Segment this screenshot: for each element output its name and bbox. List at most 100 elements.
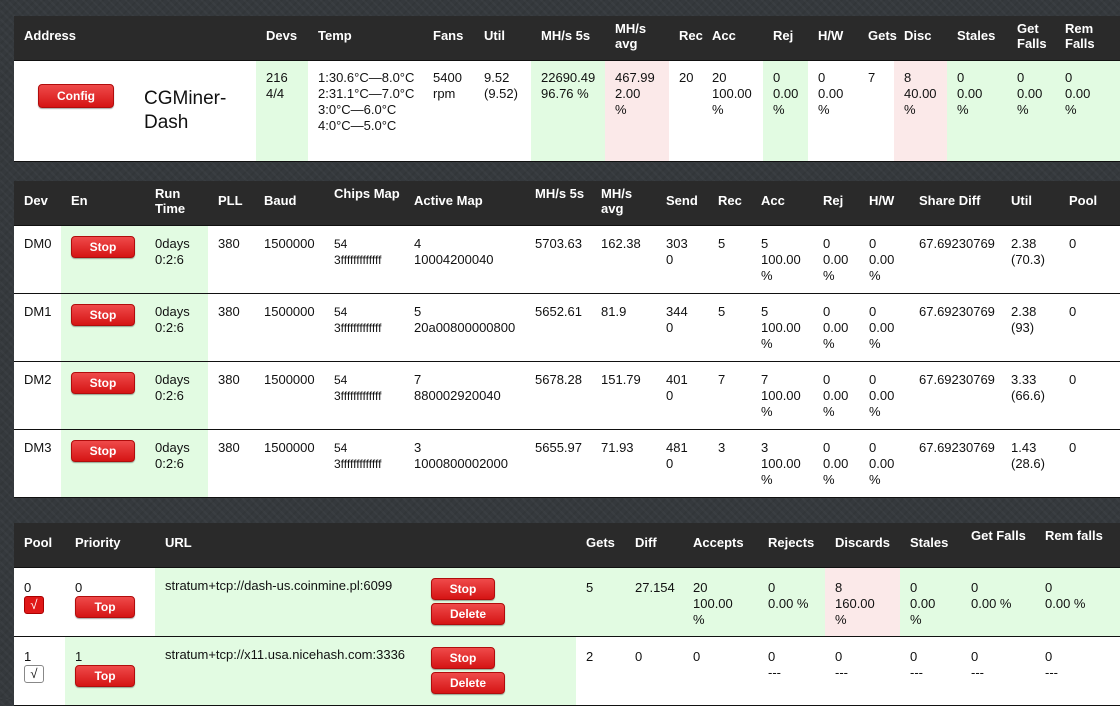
- remfalls-pct: 0.00 %: [1045, 595, 1086, 611]
- acc-cell: 20 100.00 %: [702, 59, 763, 162]
- header-rej: Rej: [813, 181, 859, 225]
- baud: 1500000: [254, 360, 324, 429]
- mhs5s-cell: 22690.49 96.76 %: [531, 59, 605, 162]
- pool-id: 0: [24, 579, 32, 595]
- header-baud: Baud: [254, 181, 324, 225]
- header-address: Address: [14, 16, 256, 60]
- header-rejects: Rejects: [758, 523, 825, 567]
- pool-row: 0 √ 0 Top stratum+tcp://dash-us.coinmine…: [14, 566, 1120, 636]
- chips-map: 54 3fffffffffffff: [324, 292, 404, 361]
- pool-enable-checkbox[interactable]: √: [24, 664, 44, 683]
- discards-value: 0: [835, 648, 843, 664]
- header-discards: Discards: [825, 523, 900, 567]
- pool-delete-button[interactable]: Delete: [431, 602, 505, 625]
- run-clock: 0:2:6: [155, 319, 184, 335]
- hw: 0 0.00%: [859, 360, 909, 429]
- accepts-value: 20: [693, 579, 708, 595]
- getfalls-pct: ---: [971, 664, 984, 680]
- rej: 0 0.00%: [813, 428, 859, 498]
- device-row: DM0 Stop 0days 0:2:6 380 1500000 54 3fffff…: [14, 224, 1120, 293]
- util-sub: (28.6): [1011, 455, 1045, 471]
- getfalls-cell: 0 0.00 %: [1007, 59, 1055, 162]
- header-pool: Pool: [14, 523, 65, 567]
- pool-id: 1: [24, 648, 32, 664]
- getfalls: 0 0.00 %: [961, 566, 1035, 636]
- pool: 0: [1059, 360, 1120, 429]
- getfalls-pct: 0.00 %: [971, 595, 1012, 611]
- header-stales: Stales: [947, 16, 1007, 60]
- header-dev: Dev: [14, 181, 61, 225]
- device-stop-button[interactable]: Stop: [71, 235, 135, 258]
- send-value: 401: [666, 371, 688, 387]
- rec: 3: [708, 428, 751, 498]
- hw-cell: 0 0.00 %: [808, 59, 858, 162]
- rej-value: 0: [823, 303, 831, 319]
- config-button[interactable]: Config: [38, 83, 114, 108]
- temp-cell: 1:30.6°C—8.0°C 2:31.1°C—7.0°C 3:0°C—6.0°…: [308, 59, 423, 162]
- header-send: Send: [656, 181, 708, 225]
- send-value: 344: [666, 303, 688, 319]
- rej-pct: 0.00: [823, 387, 849, 403]
- rej-value: 0: [823, 371, 831, 387]
- run-days: 0days: [155, 235, 190, 251]
- pool-delete-button[interactable]: Delete: [431, 671, 505, 694]
- hw-unit: %: [869, 335, 881, 351]
- device-stop-button[interactable]: Stop: [71, 303, 135, 326]
- discards-unit: %: [835, 611, 847, 627]
- header-priority: Priority: [65, 523, 155, 567]
- pool-stop-button[interactable]: Stop: [431, 577, 495, 600]
- rec: 7: [708, 360, 751, 429]
- hw: 0 0.00%: [859, 428, 909, 498]
- run-clock: 0:2:6: [155, 251, 184, 267]
- mhs-avg: 162.38: [591, 224, 656, 293]
- util: 2.38 (93): [1001, 292, 1059, 361]
- header-rem-falls: Rem Falls: [1055, 16, 1120, 60]
- header-hw: H/W: [859, 181, 909, 225]
- devs-active: 4/4: [266, 85, 285, 101]
- acc-pct: 100.00: [761, 455, 801, 471]
- miner-name: CGMiner-Dash: [144, 87, 227, 133]
- pool-stop-button[interactable]: Stop: [431, 646, 495, 669]
- pool-id-cell: 0 √: [14, 566, 65, 636]
- mhsavg-cell: 467.99 2.00 %: [605, 59, 669, 162]
- header-gets: Gets: [576, 523, 625, 567]
- acc: 5 100.00%: [751, 292, 813, 361]
- pool-top-button[interactable]: Top: [75, 664, 135, 687]
- discards: 0 ---: [825, 635, 900, 706]
- header-url: URL: [155, 523, 576, 567]
- acc-value: 7: [761, 371, 769, 387]
- devs-cell: 216 4/4: [256, 59, 308, 162]
- device-stop-button[interactable]: Stop: [71, 439, 135, 462]
- rej-unit: %: [823, 267, 835, 283]
- pool-top-button[interactable]: Top: [75, 595, 135, 618]
- mhs-5s: 5652.61: [525, 292, 591, 361]
- baud: 1500000: [254, 224, 324, 293]
- devices-table: Dev En Run Time PLL Baud Chips Map Activ…: [14, 181, 1120, 498]
- device-stop-button[interactable]: Stop: [71, 371, 135, 394]
- devices-header-row: Dev En Run Time PLL Baud Chips Map Activ…: [14, 181, 1120, 225]
- header-en: En: [61, 181, 145, 225]
- active-map: 4 10004200040: [404, 224, 525, 293]
- acc-value: 5: [761, 235, 769, 251]
- rejects-value: 0: [768, 648, 776, 664]
- rej-unit: %: [823, 403, 835, 419]
- chips-count: 54: [334, 304, 348, 319]
- hw-unit: %: [818, 101, 830, 117]
- util-cell: 9.52 (9.52): [474, 59, 531, 162]
- header-util: Util: [474, 16, 531, 60]
- pll: 380: [208, 292, 254, 361]
- pool-url: stratum+tcp://x11.usa.nicehash.com:3336: [165, 646, 406, 662]
- rej: 0 0.00%: [813, 360, 859, 429]
- pool: 0: [1059, 292, 1120, 361]
- chips-map: 54 3fffffffffffff: [324, 360, 404, 429]
- share-diff: 67.69230769: [909, 360, 1001, 429]
- acc-pct: 100.00: [761, 319, 801, 335]
- stales-cell: 0 0.00 %: [947, 59, 1007, 162]
- share-diff: 67.69230769: [909, 224, 1001, 293]
- header-diff: Diff: [625, 523, 683, 567]
- pll: 380: [208, 224, 254, 293]
- header-chips-map: Chips Map: [324, 181, 404, 225]
- hw-unit: %: [869, 403, 881, 419]
- pool-enable-checkbox[interactable]: √: [24, 595, 44, 614]
- mhs5s-pct: 96.76 %: [541, 85, 589, 101]
